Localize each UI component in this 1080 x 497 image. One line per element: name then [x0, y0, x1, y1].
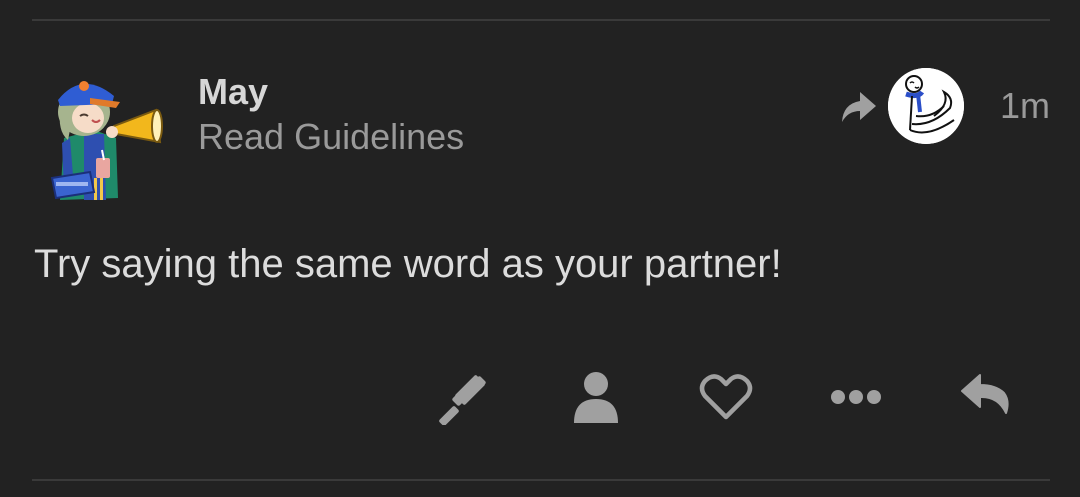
reply-to-avatar [888, 68, 964, 144]
post-actions [0, 362, 1080, 432]
post-meta: May Read Guidelines [198, 70, 464, 160]
gavel-icon [439, 375, 486, 425]
category-link[interactable]: Read Guidelines [198, 114, 464, 160]
like-button[interactable] [694, 362, 758, 432]
author-avatar-image [50, 81, 163, 200]
assign-button[interactable] [564, 362, 628, 432]
user-icon [574, 372, 618, 423]
reply-to-avatar-image [888, 68, 964, 144]
post: May Read Guidelines 1m Try saying the sa [0, 0, 1080, 497]
top-divider [32, 19, 1050, 21]
author-name[interactable]: May [198, 70, 464, 114]
bottom-divider [32, 479, 1050, 481]
more-button[interactable] [824, 362, 888, 432]
reply-icon [961, 374, 1009, 414]
post-body: Try saying the same word as your partner… [34, 242, 782, 286]
author-avatar[interactable] [44, 68, 168, 208]
ellipsis-icon [831, 390, 881, 404]
admin-button[interactable] [435, 362, 499, 432]
heart-icon [699, 374, 753, 420]
share-arrow-icon [842, 92, 876, 122]
reply-button[interactable] [954, 362, 1018, 432]
post-date[interactable]: 1m [1000, 84, 1050, 128]
reply-to-indicator[interactable] [836, 66, 964, 146]
